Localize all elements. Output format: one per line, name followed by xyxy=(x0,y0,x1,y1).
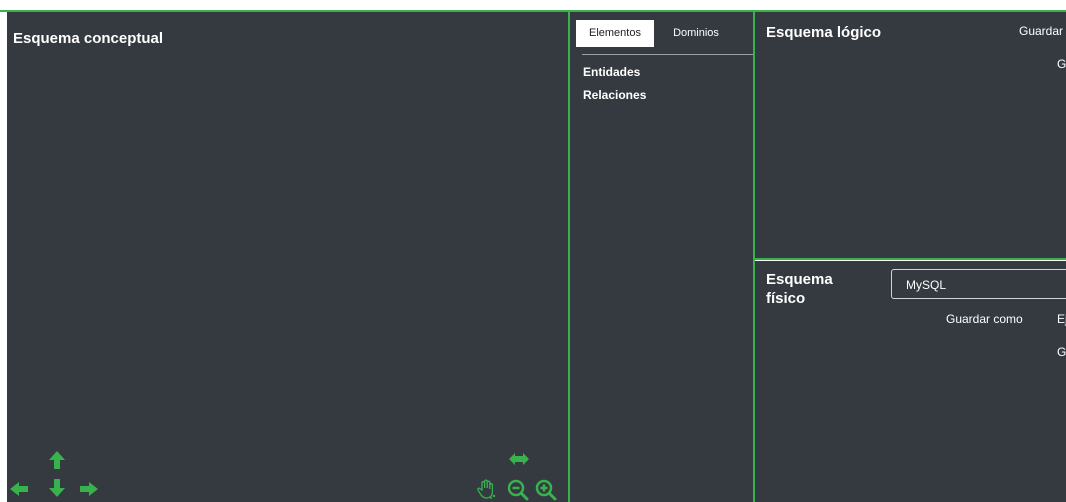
save-as-button[interactable]: Guardar como xyxy=(946,312,1023,326)
conceptual-title: Esquema conceptual xyxy=(13,30,164,47)
conceptual-panel: Esquema conceptual xyxy=(7,12,568,502)
logical-g-button[interactable]: G xyxy=(1057,57,1066,71)
save-button[interactable]: Guardar xyxy=(1019,24,1063,38)
physical-g-button[interactable]: G xyxy=(1057,345,1066,359)
arrows-horizontal-icon[interactable] xyxy=(508,452,530,466)
tree-item-relaciones[interactable]: Relaciones xyxy=(583,88,646,102)
tab-dominios[interactable]: Dominios xyxy=(662,20,730,47)
arrow-right-icon[interactable] xyxy=(79,481,99,497)
physical-title: Esquema físico xyxy=(766,271,833,307)
tab-underline xyxy=(582,54,753,55)
logical-title: Esquema lógico xyxy=(766,24,882,41)
hand-pan-icon[interactable] xyxy=(476,478,498,500)
tree-item-entidades[interactable]: Entidades xyxy=(583,65,640,79)
execute-button[interactable]: Ej xyxy=(1057,312,1066,326)
arrow-left-icon[interactable] xyxy=(9,481,29,497)
zoom-in-icon[interactable] xyxy=(535,479,557,501)
zoom-out-icon[interactable] xyxy=(507,479,529,501)
logical-panel: Esquema lógico Guardar G xyxy=(755,12,1066,258)
physical-panel: Esquema físico MySQL Guardar como Ej G xyxy=(755,261,1066,502)
splitter-horizontal[interactable] xyxy=(755,258,1066,260)
tab-elementos[interactable]: Elementos xyxy=(576,20,654,47)
arrow-down-icon[interactable] xyxy=(48,478,66,498)
engine-select[interactable]: MySQL xyxy=(891,269,1066,299)
elements-panel: Elementos Dominios Entidades Relaciones xyxy=(570,12,753,502)
arrow-up-icon[interactable] xyxy=(48,450,66,470)
